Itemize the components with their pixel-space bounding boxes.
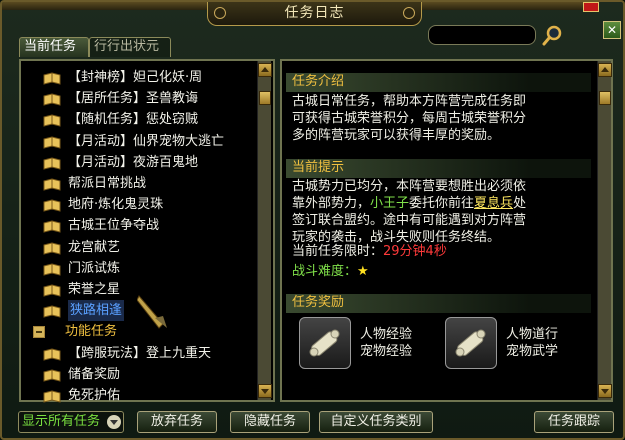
- difficulty: 战斗难度：★: [292, 263, 592, 280]
- list-item-label: 【月活动】夜游百鬼地: [68, 154, 199, 170]
- list-item-label: 【随机任务】惩处窃贼: [68, 112, 199, 128]
- window-title: 任务日志: [207, 2, 422, 26]
- list-item-label: 地府·炼化鬼灵珠: [68, 197, 164, 213]
- search-icon[interactable]: [542, 24, 564, 46]
- reward-1-text: 人物经验 宠物经验: [360, 326, 412, 360]
- reward-item-2[interactable]: 人物道行 宠物武学: [445, 317, 585, 369]
- list-item[interactable]: 免死护佑: [25, 385, 255, 406]
- list-item[interactable]: 【随机任务】惩处窃贼: [25, 109, 255, 130]
- hint-text: 古城势力已均分，本阵营要想胜出必须依靠外部势力，小王子委托你前往夏息兵处签订联合…: [292, 178, 537, 246]
- book-icon: [43, 283, 61, 297]
- scroll-up-button[interactable]: [598, 63, 612, 77]
- quest-list-scrollbar[interactable]: [257, 61, 272, 400]
- quest-list-panel: 【封神榜】妲己化妖·周 【居所任务】圣兽教诲 【随机任务】惩处窃贼【月活动】仙界宠物…: [19, 59, 275, 403]
- scroll-thumb[interactable]: [599, 91, 611, 105]
- book-icon: [43, 219, 61, 234]
- time-label: 当前任务限时：: [292, 244, 384, 259]
- scroll-down-button[interactable]: [598, 384, 612, 398]
- book-icon: [43, 71, 61, 85]
- reward-1-line2: 宠物经验: [360, 344, 413, 359]
- tab-current-tasks[interactable]: 当前任务: [19, 37, 89, 57]
- abandon-task-button[interactable]: 放弃任务: [137, 411, 217, 433]
- book-icon: [43, 368, 61, 382]
- list-item-label: 龙宫献艺: [68, 239, 121, 255]
- scroll-up-button[interactable]: [258, 63, 272, 77]
- detail-scrollbar[interactable]: [597, 61, 612, 400]
- chevron-down-icon[interactable]: [107, 415, 121, 429]
- book-icon: [43, 198, 61, 212]
- reward-2-text: 人物道行 宠物武学: [506, 326, 558, 360]
- npc-link[interactable]: 小王子: [370, 196, 409, 211]
- list-item-label: 【封神榜】妲己化妖·周: [68, 70, 203, 86]
- tab-career-tasks[interactable]: 行行出状元: [89, 37, 171, 57]
- list-item[interactable]: 帮派日常挑战: [25, 173, 255, 194]
- reward-item-1[interactable]: 人物经验 宠物经验: [299, 317, 439, 369]
- close-button[interactable]: ✕: [603, 21, 621, 39]
- quest-detail-panel: 任务介绍 古城日常任务，帮助本方阵营完成任务即可获得古城荣誉积分，每周古城荣誉积…: [280, 59, 613, 402]
- star-icon: ★: [357, 264, 369, 279]
- quest-list: 【封神榜】妲己化妖·周 【居所任务】圣兽教诲 【随机任务】惩处窃贼【月活动】仙界宠物…: [25, 67, 255, 406]
- track-task-button[interactable]: 任务跟踪: [534, 411, 614, 433]
- list-item[interactable]: 【居所任务】圣兽教诲: [25, 88, 255, 109]
- list-item[interactable]: 【封神榜】妲己化妖·周: [25, 67, 255, 88]
- task-filter-select[interactable]: 显示所有任务: [18, 411, 124, 433]
- custom-category-button[interactable]: 自定义任务类别: [319, 411, 433, 433]
- book-icon: [43, 92, 61, 106]
- pointer-cursor-icon: [136, 294, 169, 330]
- book-icon: [43, 241, 61, 255]
- book-icon: [43, 304, 61, 318]
- place-link[interactable]: 夏息兵: [474, 196, 513, 211]
- reward-header: 任务奖励: [286, 294, 591, 313]
- scroll-thumb[interactable]: [259, 91, 271, 105]
- list-item[interactable]: 【月活动】仙界宠物大逃亡: [25, 131, 255, 152]
- book-icon: [43, 135, 61, 149]
- list-item[interactable]: 龙宫献艺: [25, 237, 255, 258]
- time-value: 29分钟4秒: [383, 244, 447, 259]
- list-item-label: 门派试炼: [68, 260, 121, 276]
- time-limit: 当前任务限时：29分钟4秒: [292, 243, 592, 260]
- list-item-label: 免死护佑: [68, 387, 121, 403]
- list-item[interactable]: 门派试炼: [25, 258, 255, 279]
- collapse-icon[interactable]: [33, 325, 45, 338]
- intro-text: 古城日常任务，帮助本方阵营完成任务即可获得古城荣誉积分，每周古城荣誉积分多的阵营…: [292, 94, 527, 143]
- scroll-down-button[interactable]: [258, 384, 272, 398]
- list-item[interactable]: 【跨服玩法】登上九重天: [25, 342, 255, 363]
- list-item-label: 狭路相逢: [68, 300, 125, 322]
- title-decoration-left: [2, 2, 207, 10]
- book-icon: [43, 113, 61, 128]
- list-item-label: 【跨服玩法】登上九重天: [68, 345, 212, 361]
- scroll-icon: [299, 317, 351, 369]
- hint-header: 当前提示: [286, 159, 591, 178]
- task-log-window: 任务日志 当前任务 行行出状元 ✕ 【封神榜】妲己化妖·周 【居所任务】圣兽教诲【…: [0, 0, 625, 440]
- scroll-icon: [445, 317, 497, 369]
- reward-2-line2: 宠物武学: [506, 344, 559, 359]
- title-decoration-right: [422, 2, 587, 10]
- book-icon: [43, 156, 61, 170]
- book-icon: [43, 347, 61, 361]
- reward-1-line1: 人物经验: [360, 327, 413, 342]
- list-item[interactable]: 古城王位争夺战: [25, 215, 255, 236]
- search-input[interactable]: [428, 25, 536, 45]
- difficulty-label: 战斗难度：: [292, 264, 358, 279]
- list-item-label: 古城王位争夺战: [68, 218, 160, 234]
- list-item[interactable]: 【月活动】夜游百鬼地: [25, 152, 255, 173]
- top-flag-icon: [583, 2, 599, 12]
- list-item[interactable]: 地府·炼化鬼灵珠: [25, 194, 255, 215]
- hint-mid: 委托你前往: [409, 196, 475, 211]
- list-item[interactable]: 储备奖励: [25, 364, 255, 385]
- book-icon: [43, 262, 61, 276]
- list-item-label: 【居所任务】圣兽教诲: [68, 91, 199, 107]
- intro-header: 任务介绍: [286, 73, 591, 92]
- book-icon: [43, 177, 61, 191]
- list-item-label: 储备奖励: [68, 366, 121, 382]
- list-item-label: 荣誉之星: [68, 281, 121, 297]
- list-item-label: 帮派日常挑战: [68, 176, 147, 192]
- list-item-label: 【月活动】仙界宠物大逃亡: [68, 133, 225, 149]
- reward-2-line1: 人物道行: [506, 327, 559, 342]
- book-icon: [43, 389, 61, 403]
- list-item-label: 功能任务: [65, 324, 118, 340]
- hide-task-button[interactable]: 隐藏任务: [230, 411, 310, 433]
- task-filter-value: 显示所有任务: [22, 414, 101, 429]
